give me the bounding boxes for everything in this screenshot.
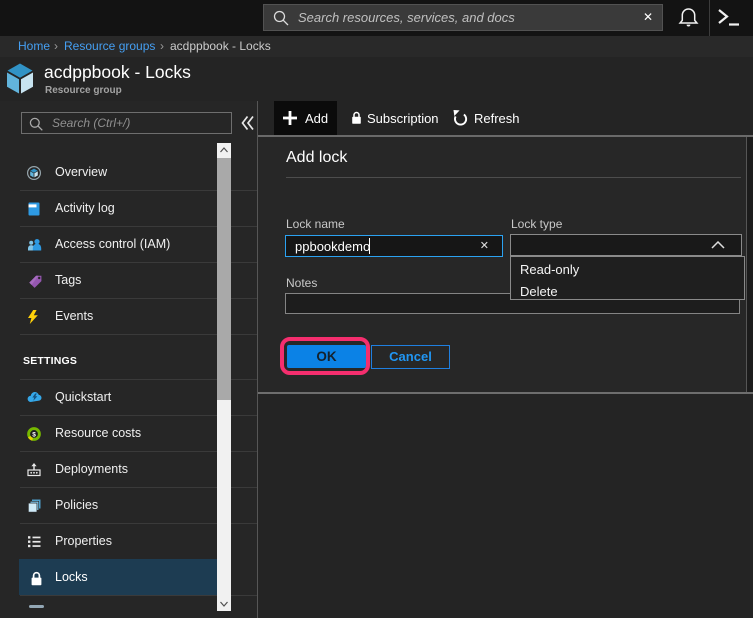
svg-text:$: $ (32, 431, 36, 438)
